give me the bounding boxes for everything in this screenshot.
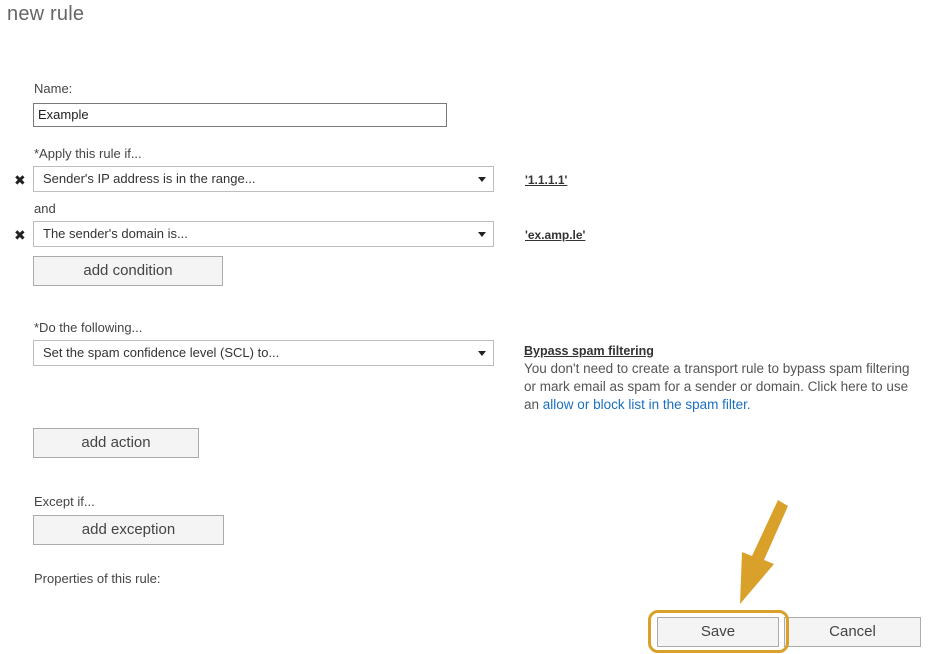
- condition-1-value-link[interactable]: '1.1.1.1': [525, 173, 567, 187]
- add-action-button[interactable]: add action: [33, 428, 199, 458]
- chevron-down-icon: [478, 351, 486, 356]
- condition-1-select[interactable]: Sender's IP address is in the range...: [33, 166, 494, 192]
- properties-label: Properties of this rule:: [34, 571, 161, 586]
- chevron-down-icon: [478, 177, 486, 182]
- remove-condition-1-icon[interactable]: ✖: [14, 173, 26, 187]
- condition-2-value-link[interactable]: 'ex.amp.le': [525, 228, 585, 242]
- condition-1-value: Sender's IP address is in the range...: [43, 171, 256, 186]
- bypass-spam-hint: Bypass spam filtering You don't need to …: [524, 342, 924, 414]
- condition-2-select[interactable]: The sender's domain is...: [33, 221, 494, 247]
- allow-block-list-link[interactable]: allow or block list in the spam filter.: [543, 397, 751, 412]
- page-title: new rule: [7, 3, 85, 25]
- chevron-down-icon: [478, 232, 486, 237]
- condition-2-value: The sender's domain is...: [43, 226, 188, 241]
- save-highlight-outline: [648, 610, 789, 653]
- add-exception-button[interactable]: add exception: [33, 515, 224, 545]
- arrow-down-left-icon: [740, 500, 788, 604]
- name-input[interactable]: Example: [33, 103, 447, 127]
- exceptions-label: Except if...: [34, 494, 95, 509]
- action-1-value: Set the spam confidence level (SCL) to..…: [43, 345, 280, 360]
- add-condition-button[interactable]: add condition: [33, 256, 223, 286]
- actions-label: *Do the following...: [34, 320, 143, 335]
- action-1-select[interactable]: Set the spam confidence level (SCL) to..…: [33, 340, 494, 366]
- and-label: and: [34, 201, 56, 216]
- name-label: Name:: [34, 81, 73, 96]
- cancel-button[interactable]: Cancel: [784, 617, 921, 647]
- conditions-label: *Apply this rule if...: [34, 146, 142, 161]
- bypass-spam-title[interactable]: Bypass spam filtering: [524, 342, 924, 360]
- remove-condition-2-icon[interactable]: ✖: [14, 228, 26, 242]
